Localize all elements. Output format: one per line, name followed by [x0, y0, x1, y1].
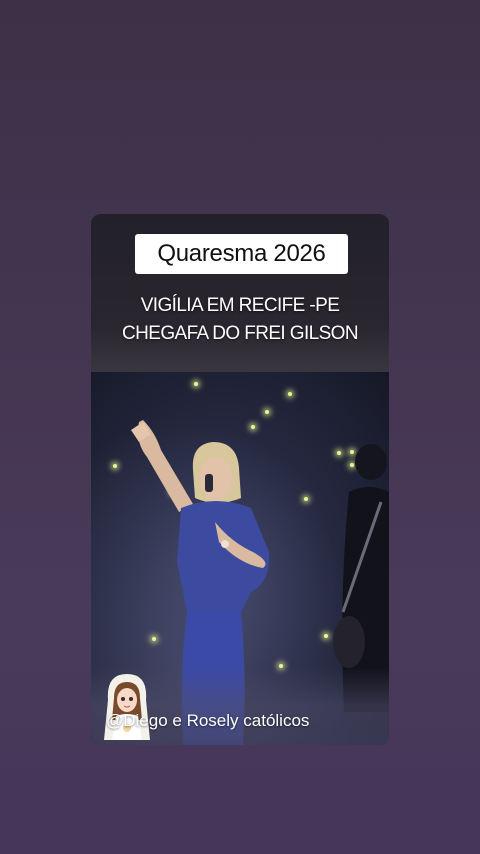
- title-text: Quaresma 2026: [157, 240, 326, 267]
- stage-light: [113, 464, 117, 468]
- title-badge: Quaresma 2026: [135, 234, 348, 274]
- stage-light: [288, 392, 292, 396]
- stage-light: [194, 382, 198, 386]
- caption-header: Quaresma 2026 VIGÍLIA EM RECIFE -PE CHEG…: [91, 214, 389, 372]
- video-card[interactable]: Quaresma 2026 VIGÍLIA EM RECIFE -PE CHEG…: [91, 214, 389, 745]
- subtitle-line-2: CHEGAFA DO FREI GILSON: [122, 323, 359, 344]
- user-handle[interactable]: @Diego e Rosely católicos: [106, 711, 309, 731]
- stage-light: [324, 634, 328, 638]
- subtitle-line-1: VIGÍLIA EM RECIFE -PE: [140, 295, 340, 316]
